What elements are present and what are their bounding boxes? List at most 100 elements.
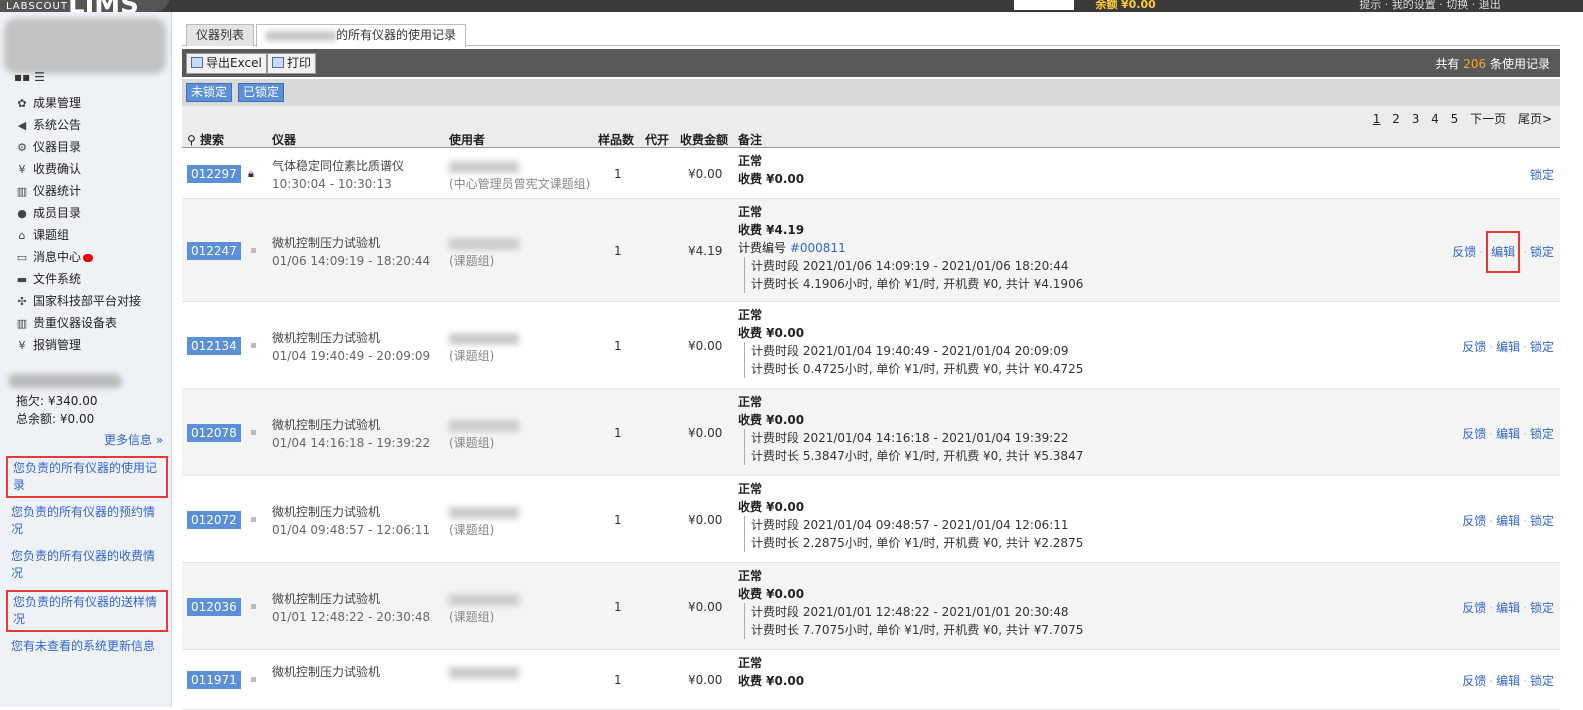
more-info-link[interactable]: 更多信息 »	[104, 431, 163, 448]
user-name[interactable]	[449, 419, 519, 432]
top-select[interactable]	[1014, 0, 1074, 10]
user-cell	[449, 663, 519, 681]
lock-link[interactable]: 锁定	[1530, 514, 1554, 528]
sample-count: 1	[614, 673, 622, 687]
feedback-link[interactable]: 反馈	[1452, 245, 1476, 259]
user-name[interactable]	[449, 332, 519, 345]
unlocked-filter-button[interactable]: 未锁定	[186, 83, 233, 102]
sidebar-item-label: 仪器目录	[33, 140, 82, 154]
lock-link[interactable]: 锁定	[1530, 674, 1554, 688]
record-id-link[interactable]: 012247	[187, 242, 241, 260]
feedback-link[interactable]: 反馈	[1462, 514, 1486, 528]
sidebar-item[interactable]: ▬ 文件系统	[14, 268, 141, 290]
record-id-link[interactable]: 012297	[187, 165, 241, 183]
avatar[interactable]	[4, 18, 166, 74]
table-row: 012297 🔒︎ 气体稳定同位素比质谱仪 10:30:04 - 10:30:13 (中…	[182, 148, 1560, 199]
lock-link[interactable]: 锁定	[1530, 168, 1554, 182]
export-excel-button[interactable]: 导出Excel	[186, 53, 267, 74]
user-name[interactable]	[449, 666, 519, 679]
sidebar-item[interactable]: ¥ 收费确认	[14, 158, 141, 180]
table-row: 012134 微机控制压力试验机 01/04 19:40:49 - 20:09:09…	[182, 302, 1560, 389]
link-system-updates[interactable]: 您有未查看的系统更新信息	[6, 636, 168, 657]
link-charges[interactable]: 您负责的所有仪器的收费情况	[6, 546, 168, 584]
sidebar-item[interactable]: ▥ 仪器统计	[14, 180, 141, 202]
instrument-name[interactable]: 微机控制压力试验机	[272, 663, 380, 681]
page-5[interactable]: 5	[1451, 112, 1459, 126]
logo[interactable]: LABSCOUT LIMS	[0, 0, 170, 12]
instrument-name[interactable]: 微机控制压力试验机	[272, 329, 430, 347]
tab-instrument-list[interactable]: 仪器列表	[186, 24, 255, 46]
sidebar-item[interactable]: ¥ 报销管理	[14, 334, 141, 356]
page-3[interactable]: 3	[1412, 112, 1420, 126]
tab-label: 的所有仪器的使用记录	[336, 28, 457, 42]
bar-chart-icon: ▥	[16, 185, 28, 198]
page-4[interactable]: 4	[1431, 112, 1439, 126]
sidebar-item-label: 报销管理	[33, 338, 82, 352]
feedback-link[interactable]: 反馈	[1462, 601, 1486, 615]
tab-usage-records[interactable]: 的所有仪器的使用记录	[256, 24, 467, 47]
lock-link[interactable]: 锁定	[1530, 601, 1554, 615]
edit-link[interactable]: 编辑	[1496, 601, 1520, 615]
locked-filter-button[interactable]: 已锁定	[238, 83, 285, 102]
search-column[interactable]: ⚲ 搜索	[187, 131, 224, 148]
edit-link[interactable]: 编辑	[1496, 340, 1520, 354]
balance-label: 余额	[1095, 0, 1118, 11]
edit-link[interactable]: 编辑	[1496, 674, 1520, 688]
user-group: (课题组)	[449, 523, 495, 537]
user-name[interactable]	[449, 160, 519, 173]
status-text: 正常	[738, 482, 763, 496]
page-2[interactable]: 2	[1392, 112, 1400, 126]
link-usage-records[interactable]: 您负责的所有仪器的使用记录	[6, 456, 168, 498]
instrument-name[interactable]: 微机控制压力试验机	[272, 590, 430, 608]
sidebar-item[interactable]: ● 成员目录	[14, 202, 141, 224]
status-square-icon	[251, 517, 256, 522]
link-sample-submissions[interactable]: 您负责的所有仪器的送样情况	[6, 590, 168, 632]
fee-text: 收费 ¥0.00	[738, 413, 805, 427]
view-toggle[interactable]: ▪▪ ☰	[14, 70, 45, 84]
user-name[interactable]	[449, 237, 519, 250]
instrument-name[interactable]: 气体稳定同位素比质谱仪	[272, 157, 404, 175]
usage-time: 01/01 12:48:22 - 20:30:48	[272, 610, 431, 624]
instrument-name[interactable]: 微机控制压力试验机	[272, 503, 430, 521]
sidebar-item-label: 系统公告	[33, 118, 82, 132]
sidebar-item[interactable]: ⌂ 课题组	[14, 224, 141, 246]
lock-link[interactable]: 锁定	[1530, 340, 1554, 354]
bill-number-link[interactable]: #000811	[790, 241, 846, 255]
instrument-name[interactable]: 微机控制压力试验机	[272, 416, 430, 434]
record-id-link[interactable]: 012036	[187, 598, 241, 616]
sidebar-item[interactable]: ◀ 系统公告	[14, 114, 141, 136]
link-reservations[interactable]: 您负责的所有仪器的预约情况	[6, 502, 168, 540]
page-1[interactable]: 1	[1373, 112, 1381, 126]
next-page[interactable]: 下一页	[1470, 112, 1506, 126]
record-id-link[interactable]: 012134	[187, 337, 241, 355]
usage-time: 01/06 14:09:19 - 18:20:44	[272, 254, 431, 268]
feedback-link[interactable]: 反馈	[1462, 674, 1486, 688]
row-actions: 反馈 · 编辑 · 锁定	[1462, 674, 1554, 688]
sidebar-item[interactable]: ✣ 国家科技部平台对接	[14, 290, 141, 312]
status-square-icon	[251, 604, 256, 609]
record-id-link[interactable]: 012078	[187, 424, 241, 442]
lock-link[interactable]: 锁定	[1530, 427, 1554, 441]
top-links[interactable]: 提示 · 我的设置 · 切换 · 退出	[1359, 0, 1500, 11]
grid-view-icon[interactable]: ▪▪	[14, 70, 30, 84]
edit-link[interactable]: 编辑	[1496, 427, 1520, 441]
lock-link[interactable]: 锁定	[1530, 245, 1554, 259]
edit-link[interactable]: 编辑	[1496, 514, 1520, 528]
edit-link[interactable]: 编辑	[1486, 231, 1521, 273]
list-view-icon[interactable]: ☰	[34, 70, 45, 84]
user-name[interactable]	[449, 506, 519, 519]
record-id-link[interactable]: 011971	[187, 671, 241, 689]
sidebar-item[interactable]: ✿ 成果管理	[14, 92, 141, 114]
last-page[interactable]: 尾页>	[1518, 112, 1552, 126]
instrument-name[interactable]: 微机控制压力试验机	[272, 234, 430, 252]
feedback-link[interactable]: 反馈	[1462, 340, 1486, 354]
feedback-link[interactable]: 反馈	[1462, 427, 1486, 441]
fee-text: 收费 ¥0.00	[738, 500, 805, 514]
sidebar-item[interactable]: ▭ 消息中心	[14, 246, 141, 268]
record-id-link[interactable]: 012072	[187, 511, 241, 529]
user-name[interactable]	[449, 593, 519, 606]
sidebar-item[interactable]: ▥ 贵重仪器设备表	[14, 312, 141, 334]
sidebar-item[interactable]: ⚙ 仪器目录	[14, 136, 141, 158]
note-cell: 正常 收费 ¥0.00	[738, 654, 804, 690]
print-button[interactable]: 打印	[267, 53, 317, 74]
